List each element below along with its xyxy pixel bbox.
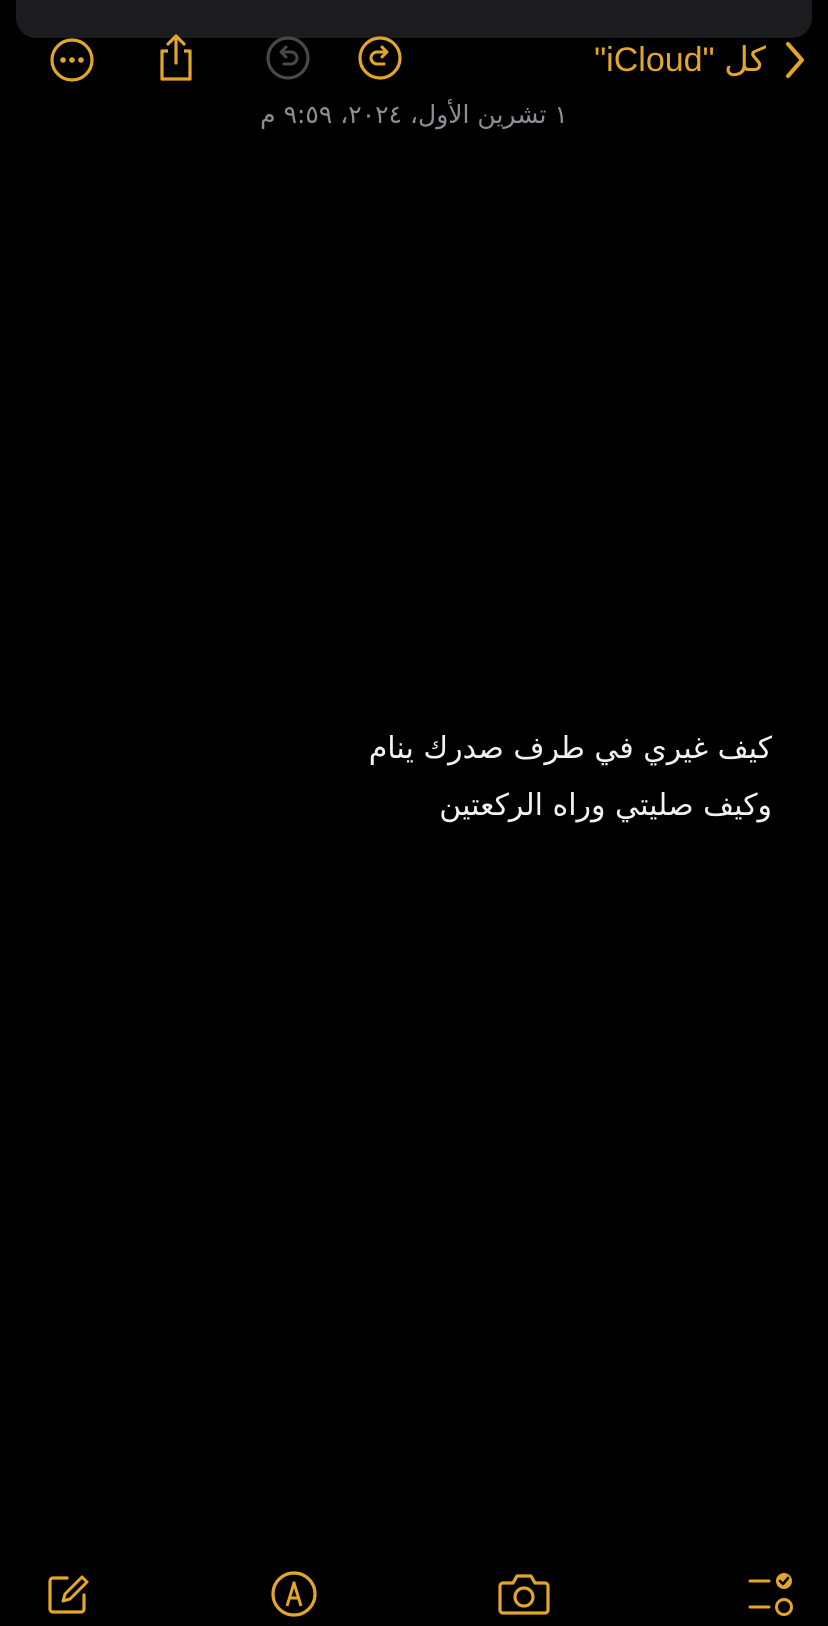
markup-pen-icon [271, 1571, 317, 1617]
back-button[interactable]: كل "iCloud" [594, 38, 806, 82]
ellipsis-circle-icon [50, 38, 94, 82]
undo-icon [266, 36, 310, 80]
camera-icon [498, 1574, 550, 1615]
more-button[interactable] [44, 32, 100, 88]
checklist-button[interactable] [744, 1566, 800, 1622]
compose-button[interactable] [40, 1566, 96, 1622]
checklist-icon [748, 1573, 793, 1616]
redo-button[interactable] [352, 30, 408, 86]
chevron-left-icon [784, 41, 806, 79]
note-text-area[interactable]: كيف غيري في طرف صدرك ينام وكيف صليتي ورا… [72, 720, 772, 834]
share-button[interactable] [148, 30, 204, 86]
navigation-bar: كل "iCloud" [0, 30, 828, 90]
bottom-toolbar [0, 1566, 828, 1626]
note-line: كيف غيري في طرف صدرك ينام [368, 731, 772, 766]
redo-icon [358, 36, 402, 80]
markup-button[interactable] [266, 1566, 322, 1622]
undo-button[interactable] [260, 30, 316, 86]
note-timestamp: ١ تشرين الأول، ٢٠٢٤، ٩:٥٩ م [260, 100, 568, 129]
share-icon [160, 34, 192, 81]
compose-icon [48, 1575, 89, 1614]
note-line: وكيف صليتي وراه الركعتين [439, 788, 772, 823]
camera-button[interactable] [496, 1566, 552, 1622]
back-button-label: كل "iCloud" [594, 41, 766, 79]
